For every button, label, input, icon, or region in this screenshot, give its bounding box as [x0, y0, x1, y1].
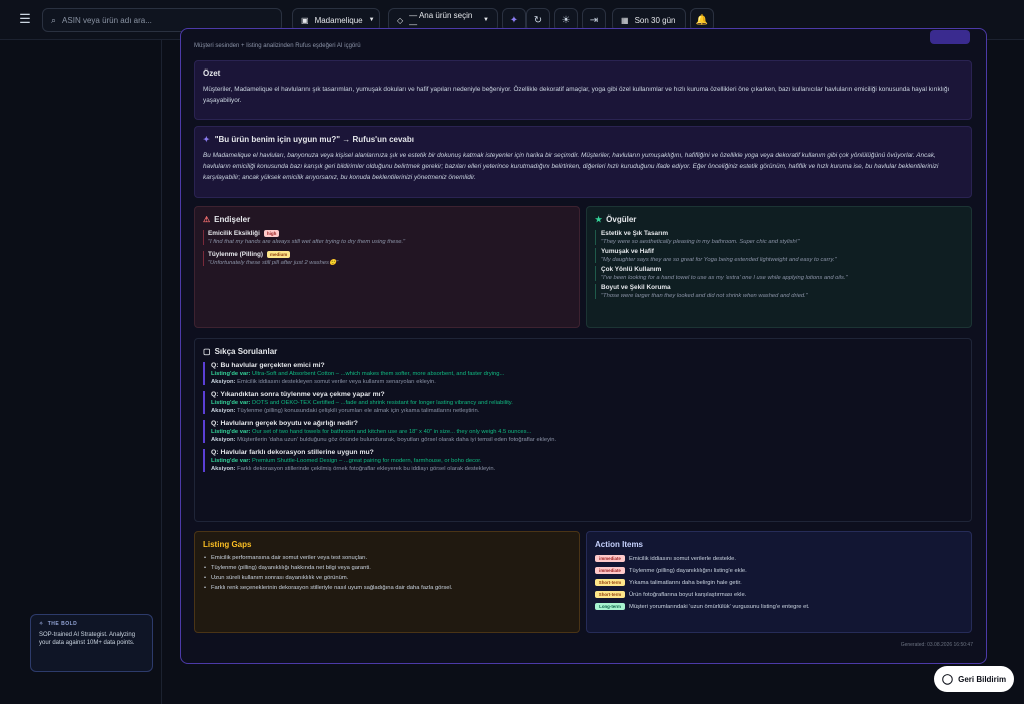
concern-label: Tüylenme (Pilling) — [208, 251, 264, 258]
praise-item: Yumuşak ve Hafif "My daughter says they … — [595, 248, 963, 263]
faq-listing: Ultra-Soft and Absorbent Cotton – ...whi… — [252, 371, 505, 377]
panel-subtitle: Müşteri sesinden + listing analizinden R… — [194, 43, 361, 49]
action-item: Long-term Müşteri yorumlarındaki 'uzun ö… — [595, 603, 963, 610]
promo-text: SOP-trained AI Strategist. Analyzing you… — [39, 632, 136, 646]
action-item: Short-term Ürün fotoğraflarına boyut kar… — [595, 591, 963, 598]
severity-badge: high — [263, 230, 280, 237]
faq-action: Farklı dekorasyon stillerinde çekilmiş ö… — [237, 466, 496, 472]
praise-item: Estetik ve Şık Tasarım "They were so aes… — [595, 230, 963, 245]
faq-question: Q: Bu havlular gerçekten emici mi? — [211, 362, 325, 369]
sidebar — [0, 40, 162, 704]
action-text: Müşteri yorumlarındaki 'uzun ömürlülük' … — [629, 603, 810, 610]
praises-card: ★ Övgüler Estetik ve Şık Tasarım "They w… — [586, 206, 972, 328]
search-icon: ⌕ — [51, 14, 57, 25]
rufus-title: ✦ "Bu ürün benim için uygun mu?" → Rufus… — [203, 135, 414, 144]
faq-action: Tüylenme (pilling) konusundaki çelişkili… — [237, 408, 480, 414]
summary-text: Müşteriler, Madamelique el havlularını ş… — [203, 86, 950, 104]
star-icon: ★ — [595, 215, 603, 224]
list-item: Emicilik performansına dair somut verile… — [203, 555, 571, 561]
list-item: Uzun süreli kullanım sonrası dayanıklılı… — [203, 575, 571, 581]
praise-quote: "They were so aesthetically pleasing in … — [601, 239, 800, 245]
listing-gaps-title: Listing Gaps — [203, 540, 252, 549]
search-input[interactable] — [62, 15, 263, 25]
concerns-card: ⚠ Endişeler Emicilik Eksikliği high "I f… — [194, 206, 580, 328]
praise-label: Yumuşak ve Hafif — [601, 248, 654, 255]
faq-title: ▢ Sıkça Sorulanlar — [203, 347, 278, 356]
faq-question: Q: Havluların gerçek boyutu ve ağırlığı … — [211, 420, 358, 427]
concern-quote: "I find that my hands are always still w… — [208, 239, 406, 245]
action-items-card: Action Items immediate Emicilik iddiasın… — [586, 531, 972, 633]
calendar-icon: ▦ — [621, 15, 629, 25]
faq-question: Q: Yıkandıktan sonra tüylenme veya çekme… — [211, 391, 385, 398]
faq-card: ▢ Sıkça Sorulanlar Q: Bu havlular gerçek… — [194, 338, 972, 522]
warning-icon: ⚠ — [203, 215, 211, 224]
listing-gaps-card: Listing Gaps Emicilik performansına dair… — [194, 531, 580, 633]
listing-gaps-list: Emicilik performansına dair somut verile… — [203, 555, 571, 591]
menu-icon[interactable]: ☰ — [18, 11, 32, 26]
faq-listing: Our set of two hand towels for bathroom … — [252, 429, 532, 435]
action-items-title: Action Items — [595, 540, 644, 549]
promo-card: ✧ THE BOLD SOP-trained AI Strategist. An… — [30, 614, 153, 672]
faq-action: Emicilik iddiasını destekleyen somut ver… — [237, 379, 436, 385]
action-text: Ürün fotoğraflarına boyut karşılaştırmas… — [629, 591, 747, 598]
priority-badge: immediate — [595, 555, 625, 562]
faq-listing: Premium Shuttle-Loomed Design – ...great… — [252, 458, 482, 464]
list-item: Farklı renk seçeneklerinin dekorasyon st… — [203, 585, 571, 591]
action-item: Short-term Yıkama talimatlarını daha bel… — [595, 579, 963, 586]
priority-badge: immediate — [595, 567, 625, 574]
store-select-value: Madamelique — [314, 15, 363, 25]
chat-bubble-icon: ◯ — [941, 673, 954, 685]
faq-action: Müşterilerin 'daha uzun' bulduğunu göz ö… — [237, 437, 557, 443]
faq-item: Q: Havluların gerçek boyutu ve ağırlığı … — [203, 420, 963, 443]
rufus-card: ✦ "Bu ürün benim için uygun mu?" → Rufus… — [194, 126, 972, 198]
praise-quote: "I've been looking for a hand towel to u… — [601, 275, 848, 281]
concern-item: Emicilik Eksikliği high "I find that my … — [203, 230, 571, 245]
summary-title: Özet — [203, 69, 221, 78]
concern-label: Emicilik Eksikliği — [208, 230, 260, 237]
praise-label: Estetik ve Şık Tasarım — [601, 230, 669, 237]
promo-tag: ✧ THE BOLD — [39, 621, 78, 627]
summary-card: Özet Müşteriler, Madamelique el havlular… — [194, 60, 972, 120]
rufus-text: Bu Madamelique el havluları, banyonuza v… — [203, 152, 939, 181]
praises-title: ★ Övgüler — [595, 215, 637, 224]
chevron-down-icon: ▼ — [368, 17, 375, 23]
action-text: Yıkama talimatlarını daha belirgin hale … — [629, 579, 742, 586]
feedback-button[interactable]: ◯ Geri Bildirim — [934, 666, 1014, 692]
priority-badge: Short-term — [595, 579, 625, 586]
list-item: Tüylenme (pilling) dayanıklılığı hakkınd… — [203, 565, 571, 571]
generated-timestamp: Generated: 03.08.2026 16:50:47 — [900, 642, 973, 648]
chevron-down-icon: ▼ — [483, 17, 489, 23]
praise-label: Çok Yönlü Kullanım — [601, 266, 662, 273]
product-select-value: — Ana ürün seçin — — [409, 11, 473, 29]
sparkle-icon: ✧ — [39, 621, 44, 627]
rocket-icon: ✦ — [203, 135, 210, 144]
concern-item: Tüylenme (Pilling) medium "Unfortunately… — [203, 251, 571, 266]
praise-quote: "Those were larger than they looked and … — [601, 293, 808, 299]
priority-badge: Long-term — [595, 603, 625, 610]
praise-label: Boyut ve Şekil Koruma — [601, 284, 671, 291]
praise-quote: "My daughter says they are so great for … — [601, 257, 837, 263]
faq-question: Q: Havlular farklı dekorasyon stillerine… — [211, 449, 374, 456]
action-text: Tüylenme (pilling) dayanıklılığını listi… — [629, 567, 747, 574]
concerns-title: ⚠ Endişeler — [203, 215, 251, 224]
faq-listing: DOTS and OEKO-TEX Certified – ...fade an… — [252, 400, 513, 406]
faq-item: Q: Bu havlular gerçekten emici mi? Listi… — [203, 362, 963, 385]
praise-item: Çok Yönlü Kullanım "I've been looking fo… — [595, 266, 963, 281]
severity-badge: medium — [267, 251, 291, 258]
action-item: immediate Tüylenme (pilling) dayanıklılı… — [595, 567, 963, 574]
concern-quote: "Unfortunately these still pill after ju… — [208, 260, 339, 266]
feedback-label: Geri Bildirim — [958, 674, 1007, 684]
priority-badge: Short-term — [595, 591, 625, 598]
box-icon: ◇ — [397, 15, 404, 25]
faq-item: Q: Yıkandıktan sonra tüylenme veya çekme… — [203, 391, 963, 414]
action-text: Emicilik iddiasını somut verilerle deste… — [629, 555, 736, 562]
action-item: immediate Emicilik iddiasını somut veril… — [595, 555, 963, 562]
chat-icon: ▢ — [203, 347, 211, 356]
export-button[interactable] — [930, 30, 970, 44]
date-range-label: Son 30 gün — [634, 15, 676, 25]
faq-item: Q: Havlular farklı dekorasyon stillerine… — [203, 449, 963, 472]
praise-item: Boyut ve Şekil Koruma "Those were larger… — [595, 284, 963, 299]
store-icon: ▣ — [301, 15, 309, 25]
